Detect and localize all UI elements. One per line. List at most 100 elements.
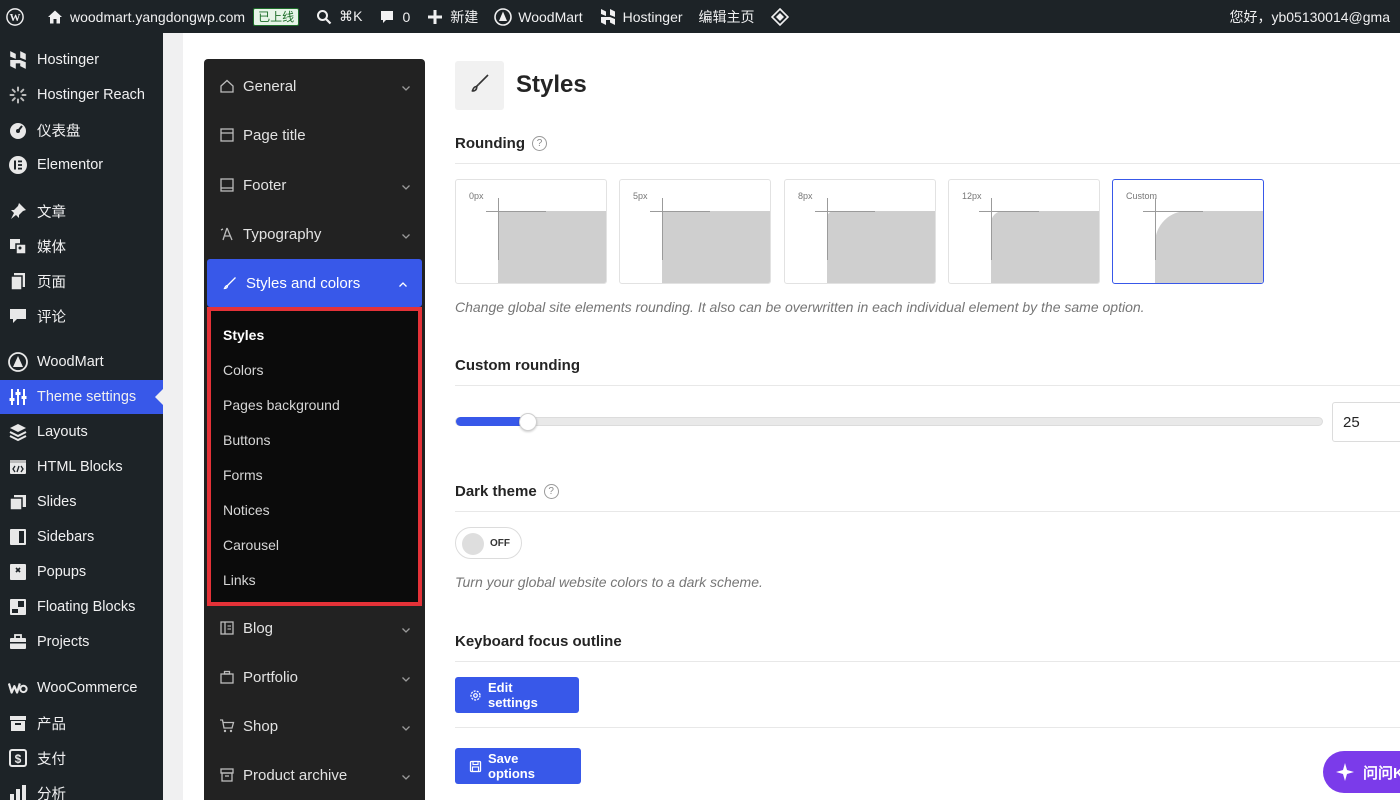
- wordpress-logo-button[interactable]: W: [0, 0, 38, 33]
- sidebar-item-projects[interactable]: Projects: [0, 625, 163, 659]
- submenu-item-notices[interactable]: Notices: [223, 502, 270, 518]
- code-block-icon: [8, 457, 28, 477]
- sidebar-item-html-blocks[interactable]: HTML Blocks: [0, 450, 163, 484]
- chevron-down-icon: [401, 228, 411, 239]
- nav-item-label: Footer: [243, 176, 287, 194]
- submenu-item-carousel[interactable]: Carousel: [223, 537, 279, 553]
- sidebar-item-popups[interactable]: Popups: [0, 555, 163, 589]
- pin-icon: [8, 201, 28, 221]
- nav-item-blog[interactable]: Blog: [204, 606, 425, 650]
- edit-settings-label: Edit settings: [488, 680, 538, 710]
- custom-rounding-slider[interactable]: [455, 413, 1323, 431]
- svg-text:$: $: [15, 752, 22, 766]
- custom-rounding-title: Custom rounding: [455, 357, 580, 374]
- wordpress-logo-icon: W: [6, 7, 24, 26]
- blog-icon: [219, 620, 235, 636]
- submenu-item-colors[interactable]: Colors: [223, 362, 263, 378]
- sidebar-item-pages[interactable]: 页面: [0, 264, 163, 298]
- hostinger-menu-button[interactable]: Hostinger: [591, 0, 691, 33]
- guide-line: [1143, 211, 1203, 212]
- guide-line: [486, 211, 546, 212]
- sidebar-item-slides[interactable]: Slides: [0, 485, 163, 519]
- sparkle-icon: [1335, 762, 1355, 782]
- sidebar-item-label: 页面: [37, 274, 66, 291]
- hostinger-label: Hostinger: [622, 8, 683, 25]
- woodmart-menu-button[interactable]: WoodMart: [486, 0, 590, 33]
- comments-button[interactable]: 0: [370, 0, 418, 33]
- sidebar-item-payments[interactable]: $ 支付: [0, 741, 163, 775]
- edit-home-label: 编辑主页: [698, 8, 755, 25]
- rounding-option-8px[interactable]: 8px: [784, 179, 936, 284]
- nav-item-page-title[interactable]: Page title: [204, 113, 425, 157]
- sidebar-item-label: Floating Blocks: [37, 599, 136, 615]
- divider: [455, 727, 1400, 728]
- search-icon: [315, 8, 333, 26]
- nav-item-typography[interactable]: Typography: [204, 212, 425, 256]
- submenu-item-pages-background[interactable]: Pages background: [223, 397, 340, 413]
- nav-item-shop[interactable]: Shop: [204, 704, 425, 748]
- account-menu[interactable]: 您好，yb05130014@gma: [1221, 0, 1398, 33]
- sidebar-item-comments[interactable]: 评论: [0, 299, 163, 333]
- rounding-option-12px[interactable]: 12px: [948, 179, 1100, 284]
- toggle-state-label: OFF: [490, 538, 510, 549]
- sidebar-item-sidebars[interactable]: Sidebars: [0, 520, 163, 554]
- save-options-button[interactable]: Save options: [455, 748, 581, 784]
- rounding-preview-shape: [498, 211, 606, 283]
- home-icon: [46, 8, 64, 26]
- slider-handle[interactable]: [518, 413, 537, 431]
- popup-icon: [8, 562, 28, 582]
- new-content-button[interactable]: 新建: [418, 0, 486, 33]
- rounding-option-label: Custom: [1126, 191, 1158, 201]
- sidebar-item-analytics[interactable]: 分析: [0, 776, 163, 800]
- ai-assistant-button[interactable]: 问问K: [1323, 751, 1400, 793]
- diamond-menu-button[interactable]: [763, 0, 803, 33]
- guide-line: [662, 198, 663, 260]
- submenu-item-links[interactable]: Links: [223, 572, 256, 588]
- site-name-link[interactable]: woodmart.yangdongwp.com 已上线: [38, 0, 307, 33]
- woodmart-icon: [8, 352, 28, 372]
- search-shortcut-button[interactable]: ⌘K: [307, 0, 370, 33]
- dark-theme-toggle[interactable]: OFF: [455, 527, 522, 559]
- custom-rounding-input[interactable]: 25: [1332, 402, 1400, 442]
- comment-icon: [8, 306, 28, 326]
- page-icon: [8, 271, 28, 291]
- submenu-item-styles[interactable]: Styles: [223, 327, 264, 343]
- help-icon[interactable]: ?: [531, 136, 547, 151]
- sidebar-item-hostinger[interactable]: Hostinger: [0, 43, 163, 77]
- sidebar-item-label: Hostinger Reach: [37, 87, 145, 103]
- submenu-item-buttons[interactable]: Buttons: [223, 432, 270, 448]
- chevron-up-icon: [398, 277, 408, 287]
- sidebar-item-media[interactable]: 媒体: [0, 229, 163, 263]
- help-icon[interactable]: ?: [543, 484, 559, 499]
- sidebar-item-hostinger-reach[interactable]: Hostinger Reach: [0, 78, 163, 112]
- rounding-hint: Change global site elements rounding. It…: [455, 299, 1145, 315]
- rounding-option-custom[interactable]: Custom: [1112, 179, 1264, 284]
- rounding-option-5px[interactable]: 5px: [619, 179, 771, 284]
- nav-item-footer[interactable]: Footer: [204, 163, 425, 207]
- nav-item-general[interactable]: General: [204, 64, 425, 108]
- sidebar-item-floating-blocks[interactable]: Floating Blocks: [0, 590, 163, 624]
- admin-sidebar: Hostinger Hostinger Reach 仪表盘 Elementor …: [0, 33, 163, 800]
- nav-item-product-archive[interactable]: Product archive: [204, 753, 425, 797]
- new-label: 新建: [450, 8, 479, 25]
- rounding-option-0px[interactable]: 0px: [455, 179, 607, 284]
- sidebar-item-layouts[interactable]: Layouts: [0, 415, 163, 449]
- sliders-icon: [8, 387, 28, 407]
- nav-item-portfolio[interactable]: Portfolio: [204, 655, 425, 699]
- nav-item-styles-and-colors[interactable]: Styles and colors: [207, 259, 422, 307]
- sidebar-item-elementor[interactable]: Elementor: [0, 148, 163, 182]
- sidebar-item-woocommerce[interactable]: WooCommerce: [0, 671, 163, 705]
- sidebar-item-theme-settings[interactable]: Theme settings: [0, 380, 163, 414]
- sidebar-item-dashboard[interactable]: 仪表盘: [0, 113, 163, 147]
- sidebar-item-label: Theme settings: [37, 389, 137, 405]
- submenu-item-forms[interactable]: Forms: [223, 467, 263, 483]
- sidebar-item-products[interactable]: 产品: [0, 706, 163, 740]
- dollar-icon: $: [8, 748, 28, 768]
- chevron-down-icon: [401, 622, 411, 633]
- bar-chart-icon: [8, 783, 28, 800]
- dashboard-icon: [8, 120, 28, 140]
- sidebar-item-woodmart[interactable]: WoodMart: [0, 345, 163, 379]
- sidebar-item-posts[interactable]: 文章: [0, 194, 163, 228]
- edit-settings-button[interactable]: Edit settings: [455, 677, 579, 713]
- edit-home-link[interactable]: 编辑主页: [691, 0, 763, 33]
